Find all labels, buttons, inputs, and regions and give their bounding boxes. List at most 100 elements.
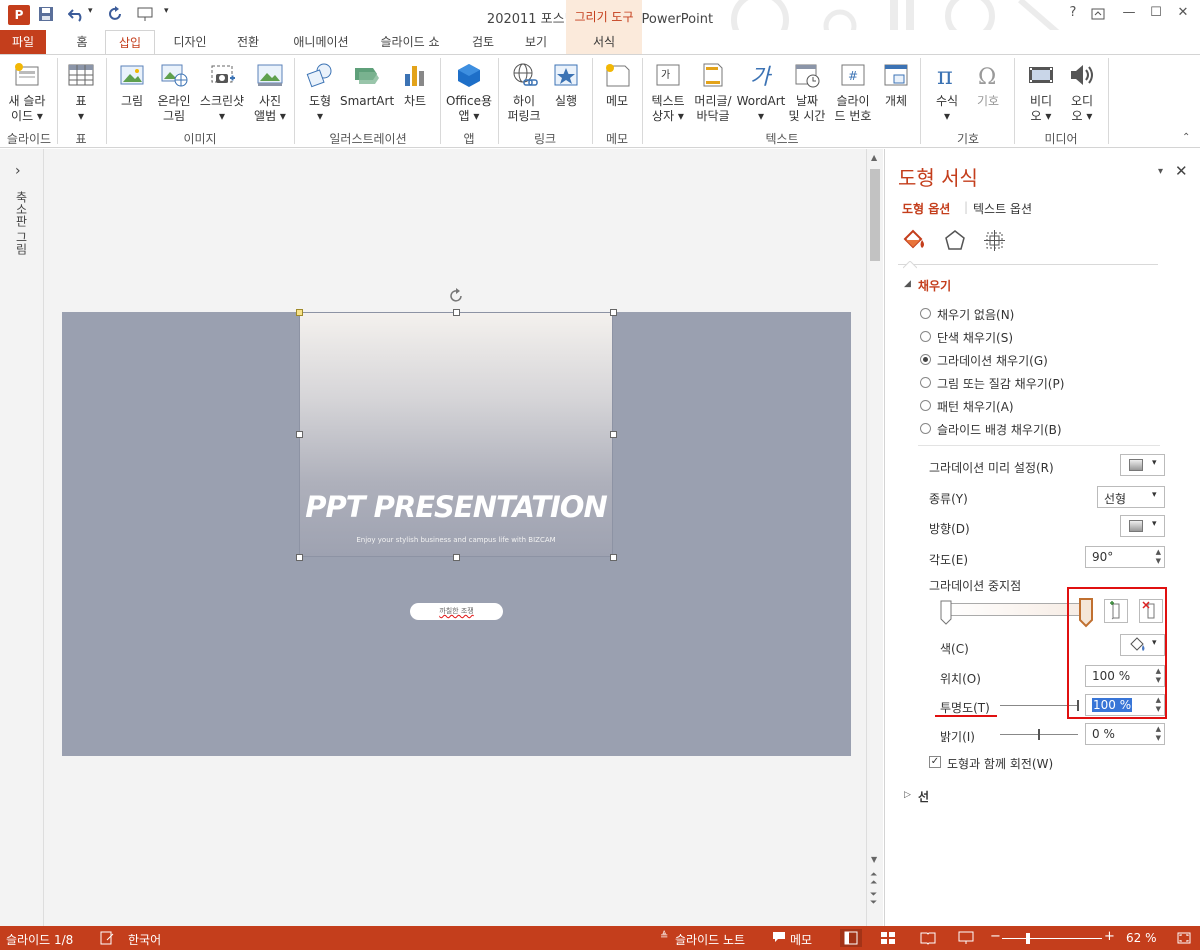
angle-spinner[interactable]: 90° ▲ ▼ xyxy=(1085,546,1165,568)
spinner-arrows-icon[interactable]: ▲ ▼ xyxy=(1156,548,1161,566)
tab-file[interactable]: 파일 xyxy=(0,30,46,54)
gradient-stop-0[interactable] xyxy=(939,600,953,629)
photo-album-button[interactable]: 사진 앨범 ▾ xyxy=(250,60,290,124)
zoom-slider-track[interactable] xyxy=(1002,938,1102,939)
resize-handle-left[interactable] xyxy=(296,431,303,438)
spelling-check-icon[interactable] xyxy=(100,931,114,948)
rotation-handle-icon[interactable] xyxy=(449,288,465,307)
zoom-slider-thumb[interactable] xyxy=(1026,933,1030,944)
tab-shape-options[interactable]: 도형 옵션 xyxy=(902,200,950,217)
rotate-with-shape-label[interactable]: 도형과 함께 회전(W) xyxy=(947,755,1053,772)
zoom-in-icon[interactable]: + xyxy=(1104,929,1115,944)
rotate-with-shape-checkbox[interactable]: ✓ xyxy=(929,756,941,768)
comments-button[interactable]: 메모 xyxy=(790,931,812,948)
fill-section-collapse-icon[interactable]: ◢ xyxy=(904,279,911,289)
type-dropdown[interactable]: 선형 ▾ xyxy=(1097,486,1165,508)
label-picture-texture-fill[interactable]: 그림 또는 질감 채우기(P) xyxy=(937,375,1064,392)
adjust-handle[interactable] xyxy=(296,309,303,316)
date-time-button[interactable]: 날짜 및 시간 xyxy=(786,60,828,124)
fill-line-icon[interactable] xyxy=(900,228,928,255)
radio-picture-texture-fill[interactable] xyxy=(920,377,931,388)
next-slide-icon[interactable]: ⏷ ⏷ xyxy=(870,891,877,908)
close-icon[interactable]: ✕ xyxy=(1172,5,1194,25)
equation-button[interactable]: π 수식 ▾ xyxy=(928,60,966,124)
screenshot-button[interactable]: 스크린샷 ▾ xyxy=(196,60,248,124)
preset-gradients-dropdown[interactable]: ▾ xyxy=(1120,454,1165,476)
slideshow-view-icon[interactable] xyxy=(958,931,974,948)
tab-slideshow[interactable]: 슬라이드 쇼 xyxy=(370,30,450,54)
tab-view[interactable]: 보기 xyxy=(514,30,558,54)
spinner-arrows-icon[interactable]: ▲ ▼ xyxy=(1156,725,1161,743)
expand-thumbnails-icon[interactable]: › xyxy=(15,163,21,179)
thumbnail-pane-collapsed[interactable]: › 축소판 그림 xyxy=(0,149,44,926)
slide-sorter-icon[interactable] xyxy=(880,931,896,948)
hyperlink-button[interactable]: 하이 퍼링크 xyxy=(504,60,544,124)
tab-insert[interactable]: 삽입 xyxy=(105,30,155,55)
tab-transitions[interactable]: 전환 xyxy=(225,30,271,54)
label-no-fill[interactable]: 채우기 없음(N) xyxy=(937,306,1014,323)
notes-button[interactable]: 슬라이드 노트 xyxy=(675,931,745,948)
radio-slide-background-fill[interactable] xyxy=(920,423,931,434)
object-button[interactable]: 개체 xyxy=(876,60,916,109)
slide-title[interactable]: PPT PRESENTATION xyxy=(299,490,613,524)
pane-close-icon[interactable]: ✕ xyxy=(1175,162,1188,180)
radio-gradient-fill[interactable] xyxy=(920,354,931,365)
resize-handle-top-right[interactable] xyxy=(610,309,617,316)
brightness-spinner[interactable]: 0 % ▲ ▼ xyxy=(1085,723,1165,745)
chart-button[interactable]: 차트 xyxy=(396,60,434,109)
radio-pattern-fill[interactable] xyxy=(920,400,931,411)
radio-solid-fill[interactable] xyxy=(920,331,931,342)
line-section-expand-icon[interactable]: ▷ xyxy=(904,790,911,800)
action-button[interactable]: 실행 xyxy=(546,60,586,109)
label-gradient-fill[interactable]: 그라데이션 채우기(G) xyxy=(937,352,1048,369)
resize-handle-top[interactable] xyxy=(453,309,460,316)
label-solid-fill[interactable]: 단색 채우기(S) xyxy=(937,329,1013,346)
slide-number-button[interactable]: # 슬라이 드 번호 xyxy=(830,60,876,124)
zoom-out-icon[interactable]: − xyxy=(990,929,1001,944)
previous-slide-icon[interactable]: ⏶ ⏶ xyxy=(870,871,877,888)
effects-icon[interactable] xyxy=(943,228,967,255)
label-pattern-fill[interactable]: 패턴 채우기(A) xyxy=(937,398,1014,415)
new-slide-button[interactable]: 새 슬라 이드 ▾ xyxy=(4,60,50,124)
scroll-down-icon[interactable]: ▼ xyxy=(871,855,877,864)
scroll-thumb[interactable] xyxy=(870,169,880,261)
picture-button[interactable]: 그림 xyxy=(114,60,150,109)
line-section-header[interactable]: 선 xyxy=(918,788,929,805)
help-icon[interactable]: ? xyxy=(1062,5,1084,25)
fit-to-window-icon[interactable] xyxy=(1176,931,1192,948)
office-apps-button[interactable]: Office용 앱 ▾ xyxy=(444,60,494,124)
tab-design[interactable]: 디자인 xyxy=(162,30,218,54)
tab-format[interactable]: 서식 xyxy=(566,30,642,54)
resize-handle-bottom-right[interactable] xyxy=(610,554,617,561)
zoom-level[interactable]: 62 % xyxy=(1126,931,1157,945)
symbol-button[interactable]: Ω 기호 xyxy=(968,60,1008,109)
slide-subtitle[interactable]: Enjoy your stylish business and campus l… xyxy=(299,536,613,544)
tab-home[interactable]: 홈 xyxy=(62,30,102,54)
normal-view-icon[interactable] xyxy=(840,929,862,947)
vertical-scrollbar[interactable]: ▲ ▼ ⏶ ⏶ ⏷ ⏷ xyxy=(866,149,883,926)
tab-animations[interactable]: 애니메이션 xyxy=(280,30,362,54)
tab-review[interactable]: 검토 xyxy=(462,30,504,54)
scroll-up-icon[interactable]: ▲ xyxy=(871,153,877,162)
smartart-button[interactable]: SmartArt xyxy=(340,60,394,109)
label-slide-background-fill[interactable]: 슬라이드 배경 채우기(B) xyxy=(937,421,1062,438)
audio-button[interactable]: 오디 오 ▾ xyxy=(1062,60,1102,124)
resize-handle-bottom-left[interactable] xyxy=(296,554,303,561)
shapes-button[interactable]: 도형 ▾ xyxy=(300,60,340,124)
tab-text-options[interactable]: 텍스트 옵션 xyxy=(973,200,1032,217)
resize-handle-right[interactable] xyxy=(610,431,617,438)
size-properties-icon[interactable] xyxy=(982,228,1006,255)
brightness-slider-thumb[interactable] xyxy=(1038,729,1040,740)
minimize-icon[interactable]: — xyxy=(1118,5,1140,25)
online-picture-button[interactable]: 온라인 그림 xyxy=(154,60,194,124)
comment-button[interactable]: 메모 xyxy=(598,60,636,109)
language-indicator[interactable]: 한국어 xyxy=(128,931,161,948)
fill-section-header[interactable]: 채우기 xyxy=(918,277,951,294)
wordart-button[interactable]: 가 WordArt ▾ xyxy=(736,60,786,124)
ribbon-display-options-icon[interactable] xyxy=(1087,5,1109,25)
header-footer-button[interactable]: 머리글/바닥글 xyxy=(690,60,736,124)
radio-no-fill[interactable] xyxy=(920,308,931,319)
reading-view-icon[interactable] xyxy=(920,931,936,948)
maximize-icon[interactable]: ☐ xyxy=(1145,5,1167,25)
slide-pill-label[interactable]: 까칠한 조쟁 xyxy=(410,603,503,620)
